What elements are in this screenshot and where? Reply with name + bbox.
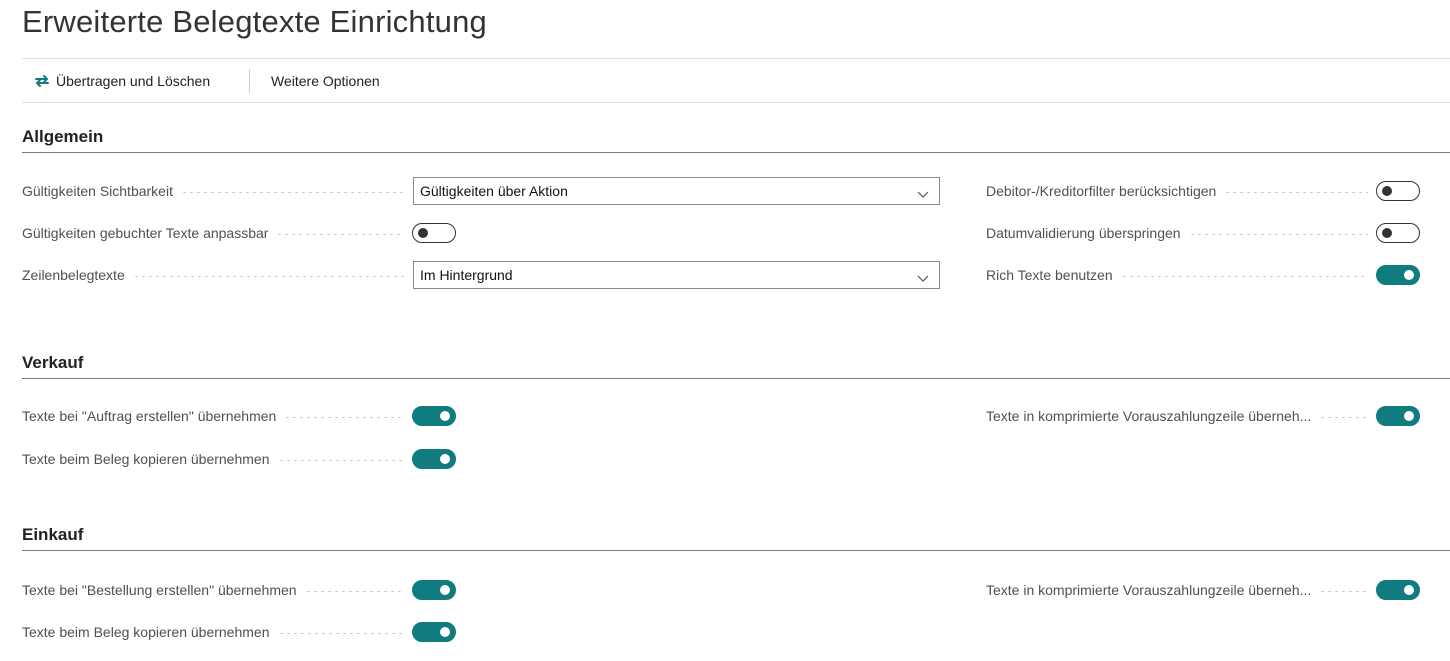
posted-editable-toggle[interactable] (412, 223, 456, 243)
section-divider-allgemein (22, 152, 1450, 153)
sales-order-texts-toggle[interactable] (412, 406, 456, 426)
chevron-down-icon (917, 270, 929, 286)
field-purchase-prepayment-texts: Texte in komprimierte Vorauszahlungzeile… (986, 576, 1422, 604)
toggle-knob (1404, 585, 1414, 595)
field-posted-editable-label: Gültigkeiten gebuchter Texte anpassbar (22, 225, 269, 241)
field-line-texts-label: Zeilenbelegtexte (22, 267, 125, 283)
section-divider-einkauf (22, 550, 1450, 551)
label-leader-dots (1120, 275, 1368, 277)
field-line-texts: Zeilenbelegtexte (22, 261, 420, 289)
toggle-knob (1404, 411, 1414, 421)
label-leader-dots (1224, 191, 1368, 193)
section-title-verkauf[interactable]: Verkauf (22, 353, 83, 373)
transfer-and-delete-button[interactable]: Übertragen und Löschen (34, 59, 210, 102)
purchase-prepayment-texts-toggle[interactable] (1376, 580, 1420, 600)
field-sales-copy-texts: Texte beim Beleg kopieren übernehmen (22, 445, 456, 473)
line-texts-select-value: Im Hintergrund (420, 267, 513, 283)
rich-texts-toggle[interactable] (1376, 265, 1420, 285)
line-texts-select[interactable]: Im Hintergrund (413, 261, 940, 289)
filter-toggle[interactable] (1376, 181, 1420, 201)
action-bar: Übertragen und Löschen Weitere Optionen (22, 59, 1450, 102)
field-rich-texts: Rich Texte benutzen (986, 261, 1422, 289)
toggle-knob (1404, 270, 1414, 280)
field-rich-texts-label: Rich Texte benutzen (986, 267, 1113, 283)
field-date-skip: Datumvalidierung überspringen (986, 219, 1422, 247)
field-sales-prepayment-texts: Texte in komprimierte Vorauszahlungzeile… (986, 402, 1422, 430)
label-leader-dots (1188, 233, 1368, 235)
transfer-and-delete-label: Übertragen und Löschen (56, 72, 211, 89)
section-divider-verkauf (22, 378, 1450, 379)
toggle-knob (440, 627, 450, 637)
purchase-order-texts-toggle[interactable] (412, 580, 456, 600)
field-purchase-order-texts-label: Texte bei "Bestellung erstellen" überneh… (22, 582, 297, 598)
visibility-select[interactable]: Gültigkeiten über Aktion (413, 177, 940, 205)
field-filter: Debitor-/Kreditorfilter berücksichtigen (986, 177, 1422, 205)
label-leader-dots (277, 459, 404, 461)
section-title-allgemein[interactable]: Allgemein (22, 127, 103, 147)
toggle-knob (440, 411, 450, 421)
field-purchase-prepayment-texts-label: Texte in komprimierte Vorauszahlungzeile… (986, 582, 1312, 598)
sales-prepayment-texts-toggle[interactable] (1376, 406, 1420, 426)
label-leader-dots (132, 275, 404, 277)
field-visibility: Gültigkeiten Sichtbarkeit (22, 177, 420, 205)
toggle-knob (1382, 228, 1392, 238)
toggle-knob (440, 585, 450, 595)
sales-copy-texts-toggle[interactable] (412, 449, 456, 469)
transfer-arrows-icon (34, 74, 50, 88)
label-leader-dots (276, 233, 404, 235)
toggle-knob (418, 228, 428, 238)
field-date-skip-label: Datumvalidierung überspringen (986, 225, 1181, 241)
visibility-select-value: Gültigkeiten über Aktion (420, 183, 568, 199)
label-leader-dots (277, 632, 404, 634)
field-purchase-copy-texts-label: Texte beim Beleg kopieren übernehmen (22, 624, 270, 640)
field-visibility-label: Gültigkeiten Sichtbarkeit (22, 183, 173, 199)
toggle-knob (440, 454, 450, 464)
toggle-knob (1382, 186, 1392, 196)
field-sales-copy-texts-label: Texte beim Beleg kopieren übernehmen (22, 451, 270, 467)
field-purchase-copy-texts: Texte beim Beleg kopieren übernehmen (22, 618, 456, 646)
page-title: Erweiterte Belegtexte Einrichtung (22, 4, 487, 39)
label-leader-dots (284, 416, 404, 418)
field-sales-order-texts: Texte bei "Auftrag erstellen" übernehmen (22, 402, 456, 430)
label-leader-dots (1319, 590, 1368, 592)
action-separator (249, 69, 250, 93)
field-purchase-order-texts: Texte bei "Bestellung erstellen" überneh… (22, 576, 456, 604)
field-sales-order-texts-label: Texte bei "Auftrag erstellen" übernehmen (22, 408, 277, 424)
action-bar-divider (22, 102, 1450, 103)
chevron-down-icon (917, 186, 929, 202)
label-leader-dots (304, 590, 404, 592)
date-skip-toggle[interactable] (1376, 223, 1420, 243)
field-filter-label: Debitor-/Kreditorfilter berücksichtigen (986, 183, 1217, 199)
label-leader-dots (180, 191, 404, 193)
label-leader-dots (1319, 416, 1368, 418)
section-title-einkauf[interactable]: Einkauf (22, 525, 83, 545)
purchase-copy-texts-toggle[interactable] (412, 622, 456, 642)
more-options-button[interactable]: Weitere Optionen (271, 59, 380, 102)
field-posted-editable: Gültigkeiten gebuchter Texte anpassbar (22, 219, 456, 247)
field-sales-prepayment-texts-label: Texte in komprimierte Vorauszahlungzeile… (986, 408, 1312, 424)
